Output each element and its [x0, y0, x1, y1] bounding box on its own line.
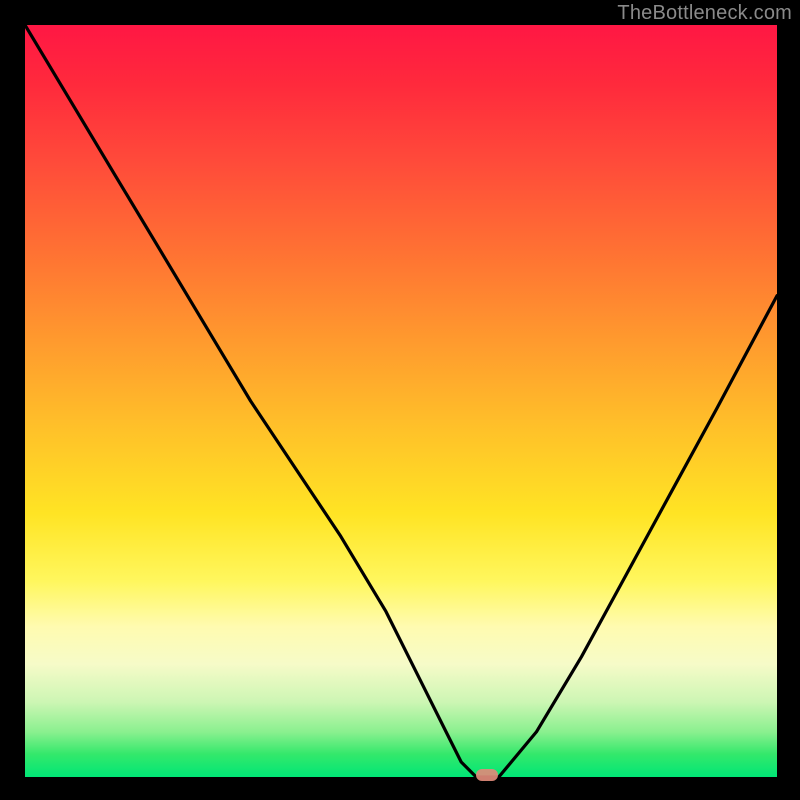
chart-frame: TheBottleneck.com — [0, 0, 800, 800]
plot-area — [25, 25, 777, 777]
watermark-text: TheBottleneck.com — [617, 2, 792, 25]
bottleneck-curve — [25, 25, 777, 777]
optimum-marker — [476, 769, 498, 781]
